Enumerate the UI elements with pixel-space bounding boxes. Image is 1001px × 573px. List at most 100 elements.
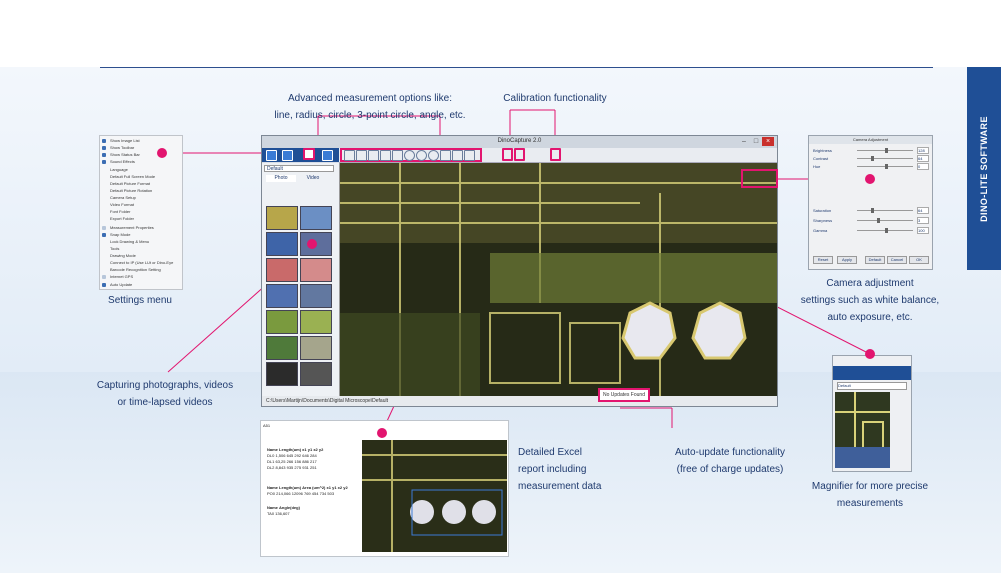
menu-item[interactable]: Sound Effects <box>100 159 182 165</box>
menu-item[interactable]: Default Picture Rotation <box>100 188 182 194</box>
caption-line: line, radius, circle, 3-point circle, an… <box>274 110 466 121</box>
menu-item[interactable]: Language <box>100 167 182 173</box>
tab-video[interactable]: Video <box>298 175 328 182</box>
cancel-button[interactable]: Cancel <box>887 256 907 264</box>
menu-item[interactable]: Show Toolbar <box>100 145 182 151</box>
slider-label: Saturation <box>813 208 832 213</box>
menu-item[interactable]: Default Picture Format <box>100 181 182 187</box>
menu-item[interactable]: Show Status Bar <box>100 152 182 158</box>
maximize-icon[interactable]: □ <box>750 137 762 146</box>
close-icon[interactable]: × <box>762 137 774 146</box>
folder-select[interactable]: Default <box>264 165 334 172</box>
calibration-settings-icon[interactable] <box>514 148 525 161</box>
thumbnail[interactable] <box>300 336 332 360</box>
live-view-image[interactable] <box>340 163 777 396</box>
magnifier-toolbar <box>833 366 911 380</box>
thumbnail[interactable] <box>300 258 332 282</box>
dialog-title: Camera Adjustment <box>809 136 932 144</box>
saturation-slider[interactable] <box>857 208 913 213</box>
magnifier-caption: Magnifier for more precise measurements <box>811 481 929 509</box>
minimize-icon[interactable]: – <box>738 137 750 146</box>
camera-caption: Camera adjustment settings such as white… <box>800 278 940 323</box>
thumbnail[interactable] <box>266 362 298 386</box>
window-title: DinoCapture 2.0 <box>497 138 542 144</box>
menu-item[interactable]: Tools <box>100 246 182 252</box>
polyline-tool-icon[interactable] <box>368 150 379 161</box>
angle-tool-icon[interactable] <box>440 150 451 161</box>
magnifier-icon[interactable] <box>550 148 561 161</box>
scale-bar-icon[interactable] <box>464 150 475 161</box>
ok-button[interactable]: OK <box>909 256 929 264</box>
caption-line: Advanced measurement options like: <box>288 93 452 104</box>
three-point-circle-icon[interactable] <box>428 150 439 161</box>
video-capture-icon[interactable] <box>282 150 293 161</box>
excel-caption: Detailed Excel report including measurem… <box>518 447 602 492</box>
table-row: DL1 63,25 266 156 886 217 <box>267 459 317 464</box>
table-row: DL2 8,843 935 275 931 251 <box>267 465 317 470</box>
thumbnail[interactable] <box>266 284 298 308</box>
reset-button[interactable]: Reset <box>813 256 833 264</box>
thumbnail[interactable] <box>266 232 298 256</box>
thumbnail[interactable] <box>266 336 298 360</box>
slider-label: Brightness <box>813 148 832 153</box>
menu-item[interactable]: Export Folder <box>100 216 182 222</box>
menu-item[interactable]: Camera Setup <box>100 195 182 201</box>
menu-item[interactable]: Snap Mode <box>100 232 182 238</box>
thumbnail[interactable] <box>300 362 332 386</box>
measurement-caption: Advanced measurement options like: line,… <box>255 90 485 124</box>
menu-item[interactable]: Connect to IP (Use LUt or Dino-Eye <box>100 260 182 266</box>
slider-value: 0 <box>917 163 929 170</box>
line-tool-icon[interactable] <box>356 150 367 161</box>
hue-slider[interactable] <box>857 164 913 169</box>
status-path: C:\Users\Martijn\Documents\Digital Micro… <box>266 398 388 404</box>
magnifier-folder-select[interactable]: Default <box>837 382 907 390</box>
calibration-icon[interactable] <box>502 148 513 161</box>
photo-capture-icon[interactable] <box>266 150 277 161</box>
title-bar: DinoCapture 2.0 – □ × <box>262 136 777 148</box>
menu-item[interactable]: Lock Drawing & Menu <box>100 239 182 245</box>
brightness-slider[interactable] <box>857 148 913 153</box>
menu-item[interactable]: Drawing Mode <box>100 253 182 259</box>
info-icon[interactable] <box>322 150 333 161</box>
gamma-slider[interactable] <box>857 228 913 233</box>
contrast-slider[interactable] <box>857 156 913 161</box>
thumbnail[interactable] <box>266 206 298 230</box>
slider-value: 128 <box>917 147 929 154</box>
magnified-image <box>835 392 890 468</box>
thumbnail[interactable] <box>266 258 298 282</box>
menu-item[interactable]: Barcode Recognition Setting <box>100 267 182 273</box>
sharpness-slider[interactable] <box>857 218 913 223</box>
text-tool-icon[interactable] <box>344 150 355 161</box>
menu-item[interactable]: Default Full Screen Mode <box>100 174 182 180</box>
camera-settings-highlight <box>741 169 778 188</box>
apply-button[interactable]: Apply <box>837 256 857 264</box>
magnifier-panel: Default <box>832 355 912 472</box>
arc-tool-icon[interactable] <box>452 150 463 161</box>
arrow-tool-icon[interactable] <box>392 150 403 161</box>
thumbnail[interactable] <box>300 284 332 308</box>
circle-tool-icon[interactable] <box>404 150 415 161</box>
thumbnail[interactable] <box>266 310 298 334</box>
menu-item[interactable]: Internet GPS <box>100 274 182 280</box>
menu-item[interactable]: Show Image List <box>100 138 182 144</box>
rectangle-tool-icon[interactable] <box>380 150 391 161</box>
settings-icon[interactable] <box>303 148 315 160</box>
slider-label: Sharpness <box>813 218 833 223</box>
menu-item[interactable]: Auto Update <box>100 282 182 288</box>
tab-photo[interactable]: Photo <box>266 175 296 182</box>
radius-tool-icon[interactable] <box>416 150 427 161</box>
thumbnail[interactable] <box>300 206 332 230</box>
callout-dot <box>865 349 875 359</box>
capture-toolbar <box>262 148 339 162</box>
update-status-badge[interactable]: No Updates Found <box>598 388 650 402</box>
default-button[interactable]: Default <box>865 256 885 264</box>
thumbnail[interactable] <box>300 310 332 334</box>
menu-item[interactable]: Video Format <box>100 202 182 208</box>
menu-item[interactable]: Measurement Properties <box>100 225 182 231</box>
calibration-caption: Calibration functionality <box>503 93 607 104</box>
callout-dot <box>865 174 875 184</box>
callout-dot <box>307 239 317 249</box>
slider-label: Contrast <box>813 156 829 161</box>
menu-item[interactable]: Font Folder <box>100 209 182 215</box>
slider-value: 100 <box>917 227 929 234</box>
